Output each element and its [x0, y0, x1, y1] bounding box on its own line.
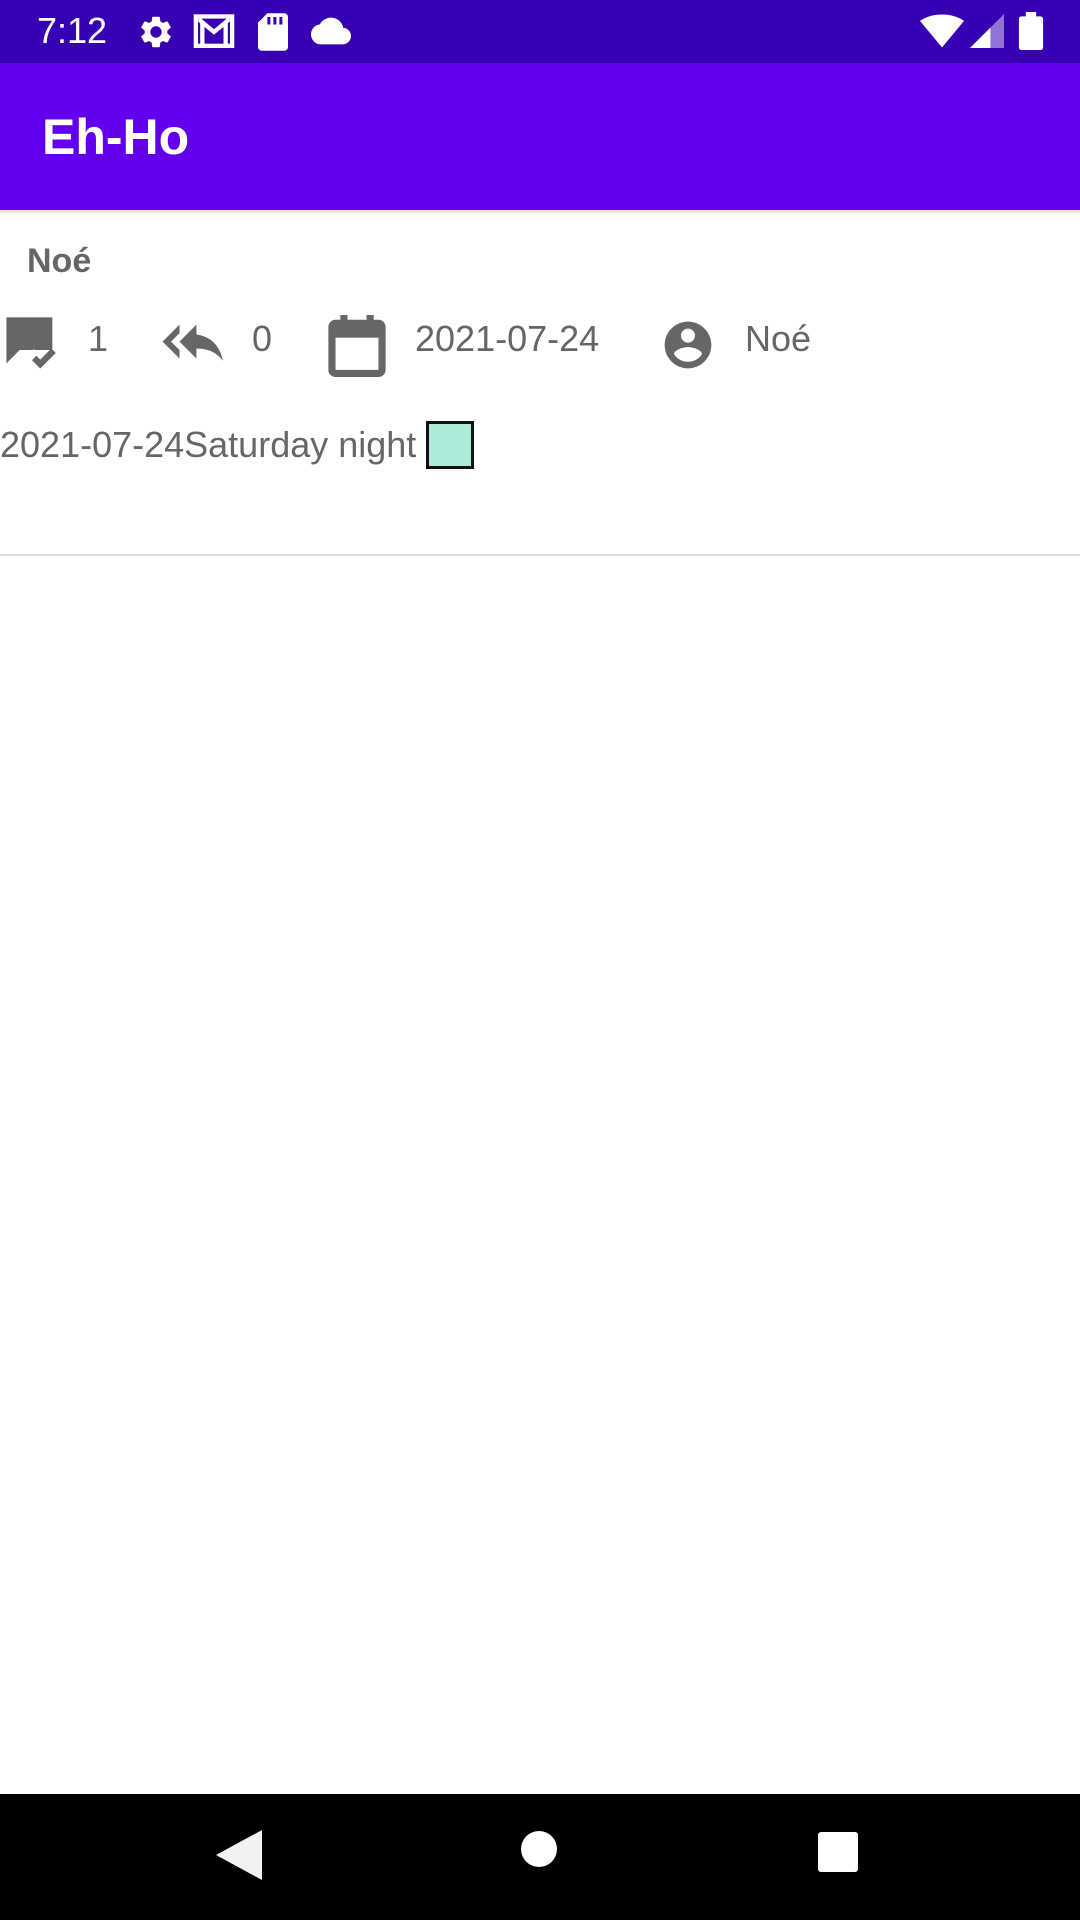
app-bar: Eh-Ho — [0, 63, 1080, 210]
wifi-icon — [920, 14, 964, 48]
app-title: Eh-Ho — [42, 109, 190, 165]
topic-title: Noé — [27, 242, 92, 280]
reply-all-icon — [162, 324, 223, 361]
calendar-icon — [328, 315, 386, 377]
sd-card-icon — [258, 13, 288, 51]
signal-icon — [970, 14, 1004, 48]
home-icon[interactable] — [520, 1830, 558, 1868]
posts-count: 1 — [88, 318, 109, 359]
navigation-bar — [0, 1794, 1080, 1920]
color-swatch — [426, 421, 475, 469]
topic-date: 2021-07-24 — [415, 318, 600, 359]
settings-icon — [141, 16, 171, 48]
status-time: 7:12 — [37, 10, 108, 51]
topic-author: Noé — [745, 318, 812, 359]
gmail-icon — [193, 14, 235, 48]
topic-list-item[interactable]: Noé 1 0 2021-07-24 Noé 2021-07-24Saturda… — [0, 215, 1080, 556]
topic-excerpt: 2021-07-24Saturday night — [0, 421, 475, 469]
battery-icon — [1018, 12, 1044, 50]
replies-count: 0 — [252, 318, 273, 359]
account-circle-icon — [664, 321, 712, 369]
chat-check-icon — [6, 317, 56, 369]
back-icon[interactable] — [216, 1830, 262, 1880]
excerpt-text: 2021-07-24Saturday night — [0, 424, 417, 465]
cloud-icon — [311, 17, 351, 45]
recents-icon[interactable] — [818, 1832, 858, 1872]
status-bar: 7:12 — [0, 0, 1080, 63]
